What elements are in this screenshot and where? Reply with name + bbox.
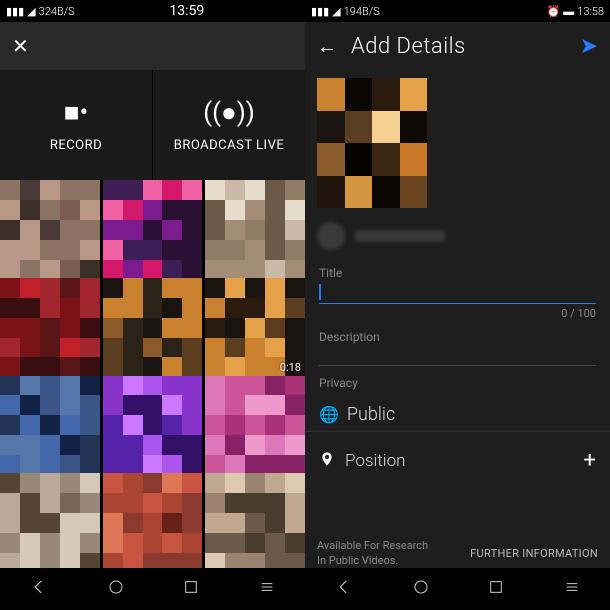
clock: 13:59 [169,3,204,19]
footer-line2: In Public Videos. [317,554,398,567]
media-thumbnail[interactable] [0,376,100,476]
description-label: Description [319,330,596,344]
pin-icon [319,451,335,471]
title-counter: 0 / 100 [319,307,596,320]
privacy-label: Privacy [319,376,596,390]
nav-home-icon[interactable] [413,579,429,599]
privacy-field: Privacy [305,372,610,394]
media-thumbnail[interactable] [0,278,100,378]
signal-icon: ▮▮▮ [311,5,329,18]
duration-badge: 0:18 [280,361,301,374]
nav-back-icon[interactable] [30,578,48,600]
status-bar-right: ▮▮▮ ◢ 194B/S ⏰ ▬ 13:58 [305,0,610,22]
wifi-icon: ◢ [27,5,35,18]
top-bar-left: ✕ [0,22,305,70]
media-thumbnail[interactable]: 0:18 [205,278,305,378]
broadcast-label: BROADCAST LIVE [174,138,285,153]
media-thumbnail[interactable] [103,376,203,476]
add-position-icon[interactable]: + [584,448,596,473]
footer-text: Available For Research In Public Videos.… [305,539,610,568]
privacy-selector[interactable]: 🌐 Public [305,398,610,432]
broadcast-button[interactable]: ((●)) BROADCAST LIVE [153,70,305,180]
nav-home-icon[interactable] [108,579,124,599]
network-speed: 324B/S [39,5,75,18]
media-thumbnail[interactable] [103,180,203,280]
page-title: Add Details [351,34,466,59]
status-bar-left: ▮▮▮ ◢ 324B/S 13:59 [0,0,305,22]
nav-menu-icon[interactable] [259,579,275,599]
privacy-value: Public [347,404,395,425]
media-thumbnail[interactable] [103,278,203,378]
media-thumbnail[interactable] [205,473,305,568]
title-label: Title [319,266,596,280]
user-row [305,216,610,262]
media-thumbnail[interactable] [205,180,305,280]
record-button[interactable]: ■• RECORD [0,70,153,180]
record-label: RECORD [50,138,102,153]
close-icon[interactable]: ✕ [12,34,29,58]
media-thumbnail[interactable] [0,180,100,280]
nav-bar-right [305,568,610,610]
title-field: Title 0 / 100 [305,262,610,326]
video-thumbnail[interactable] [317,78,427,208]
nav-recent-icon[interactable] [488,579,504,599]
nav-menu-icon[interactable] [564,579,580,599]
globe-icon: 🌐 [319,405,339,424]
position-label: Position [345,451,406,471]
battery-icon: ▬ [563,5,574,18]
avatar [317,222,345,250]
media-thumbnail[interactable] [205,376,305,476]
signal-icon: ▮▮▮ [6,5,24,18]
back-icon[interactable]: ← [317,34,337,59]
title-input[interactable] [319,284,596,304]
broadcast-icon: ((●)) [203,97,255,128]
top-bar-right: ← Add Details ➤ [305,22,610,70]
action-row: ■• RECORD ((●)) BROADCAST LIVE [0,70,305,180]
clock: 13:58 [577,5,604,18]
description-field: Description [305,326,610,372]
camera-icon: ■• [64,97,88,128]
username-placeholder [355,230,445,242]
position-row[interactable]: Position + [305,432,610,489]
send-icon[interactable]: ➤ [580,34,598,59]
wifi-icon: ◢ [332,5,340,18]
alarm-icon: ⏰ [547,5,561,18]
nav-back-icon[interactable] [335,578,353,600]
network-speed: 194B/S [344,5,380,18]
media-thumbnail[interactable] [103,473,203,568]
nav-recent-icon[interactable] [183,579,199,599]
description-input[interactable] [319,348,596,366]
media-thumbnail[interactable] [0,473,100,568]
media-grid: 0:18 [0,180,305,568]
nav-bar-left [0,568,305,610]
further-info-link[interactable]: FURTHER INFORMATION [470,547,598,560]
footer-line1: Available For Research [317,539,428,552]
